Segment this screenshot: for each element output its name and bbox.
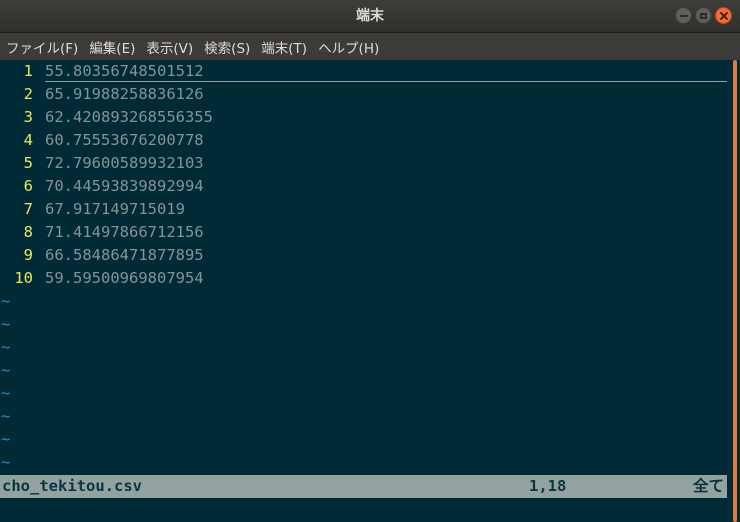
editor-line: 1 55.80356748501512: [0, 60, 204, 83]
empty-line-tilde: ~: [1, 407, 11, 425]
empty-line-tilde: ~: [1, 384, 11, 402]
line-number: 2: [23, 85, 33, 103]
line-text[interactable]: 55.80356748501512: [45, 62, 204, 80]
terminal-window: 端末 ファイル(F) 編集(E) 表示(V) 検索(S) 端末(T) ヘルプ(H…: [0, 0, 740, 522]
line-text[interactable]: 65.91988258836126: [45, 85, 204, 103]
editor-line: 8 71.41497866712156: [0, 221, 204, 244]
terminal-content[interactable]: 1 55.80356748501512 2 65.91988258836126 36…: [0, 60, 730, 522]
vim-statusline: cho_tekitou.csv 1,18 全て: [0, 475, 727, 498]
status-scroll-percent: 全て: [692, 477, 724, 495]
empty-line-tilde: ~: [1, 315, 11, 333]
menu-bar: ファイル(F) 編集(E) 表示(V) 検索(S) 端末(T) ヘルプ(H): [0, 33, 740, 60]
line-text[interactable]: 67.917149715019: [45, 200, 185, 218]
line-text[interactable]: 70.44593839892994: [45, 177, 204, 195]
empty-line-tilde: ~: [1, 338, 11, 356]
line-text[interactable]: 72.79600589932103: [45, 154, 204, 172]
line-number: 8: [23, 223, 33, 241]
editor-line: 7 67.917149715019: [0, 198, 185, 221]
line-text[interactable]: 71.41497866712156: [45, 223, 204, 241]
menu-help[interactable]: ヘルプ(H): [318, 37, 379, 57]
empty-line-tilde: ~: [1, 292, 11, 310]
empty-line-tilde: ~: [1, 430, 11, 448]
line-number: 5: [23, 154, 33, 172]
status-cursor-position: 1,18: [529, 477, 567, 495]
line-number: 9: [23, 246, 33, 264]
line-text[interactable]: 66.58486471877895: [45, 246, 204, 264]
editor-line: 4 60.75553676200778: [0, 129, 204, 152]
minimize-icon: [679, 14, 688, 17]
line-text[interactable]: 60.75553676200778: [45, 131, 204, 149]
line-number: 6: [23, 177, 33, 195]
scrollbar-thumb[interactable]: [733, 60, 737, 522]
line-number: 4: [23, 131, 33, 149]
line-text[interactable]: 62.420893268556355: [45, 108, 213, 126]
minimize-button[interactable]: [675, 7, 692, 24]
menu-file[interactable]: ファイル(F): [6, 37, 78, 57]
line-number: 7: [23, 200, 33, 218]
close-icon: [719, 11, 728, 20]
line-text[interactable]: 59.59500969807954: [45, 269, 204, 287]
cursorline-underline: [45, 81, 727, 82]
menu-view[interactable]: 表示(V): [146, 37, 193, 57]
editor-line: 5 72.79600589932103: [0, 152, 204, 175]
menu-edit[interactable]: 編集(E): [89, 37, 135, 57]
editor-line: 6 70.44593839892994: [0, 175, 204, 198]
line-number: 1: [23, 62, 33, 80]
maximize-button[interactable]: [695, 7, 712, 24]
maximize-icon: [700, 12, 707, 19]
editor-line: 9 66.58486471877895: [0, 244, 204, 267]
editor-line: 2 65.91988258836126: [0, 83, 204, 106]
scrollbar[interactable]: [730, 60, 740, 522]
window-controls: [675, 7, 732, 24]
editor-line: 3 62.420893268556355: [0, 106, 213, 129]
line-number: 3: [23, 108, 33, 126]
line-number: 10: [14, 269, 33, 287]
menu-terminal[interactable]: 端末(T): [261, 37, 307, 57]
menu-search[interactable]: 検索(S): [204, 37, 250, 57]
empty-line-tilde: ~: [1, 361, 11, 379]
title-bar[interactable]: 端末: [0, 0, 740, 33]
close-button[interactable]: [715, 7, 732, 24]
status-filename: cho_tekitou.csv: [2, 477, 142, 495]
empty-line-tilde: ~: [1, 453, 11, 471]
window-title: 端末: [356, 8, 384, 24]
editor-line: 10 59.59500969807954: [0, 267, 204, 290]
